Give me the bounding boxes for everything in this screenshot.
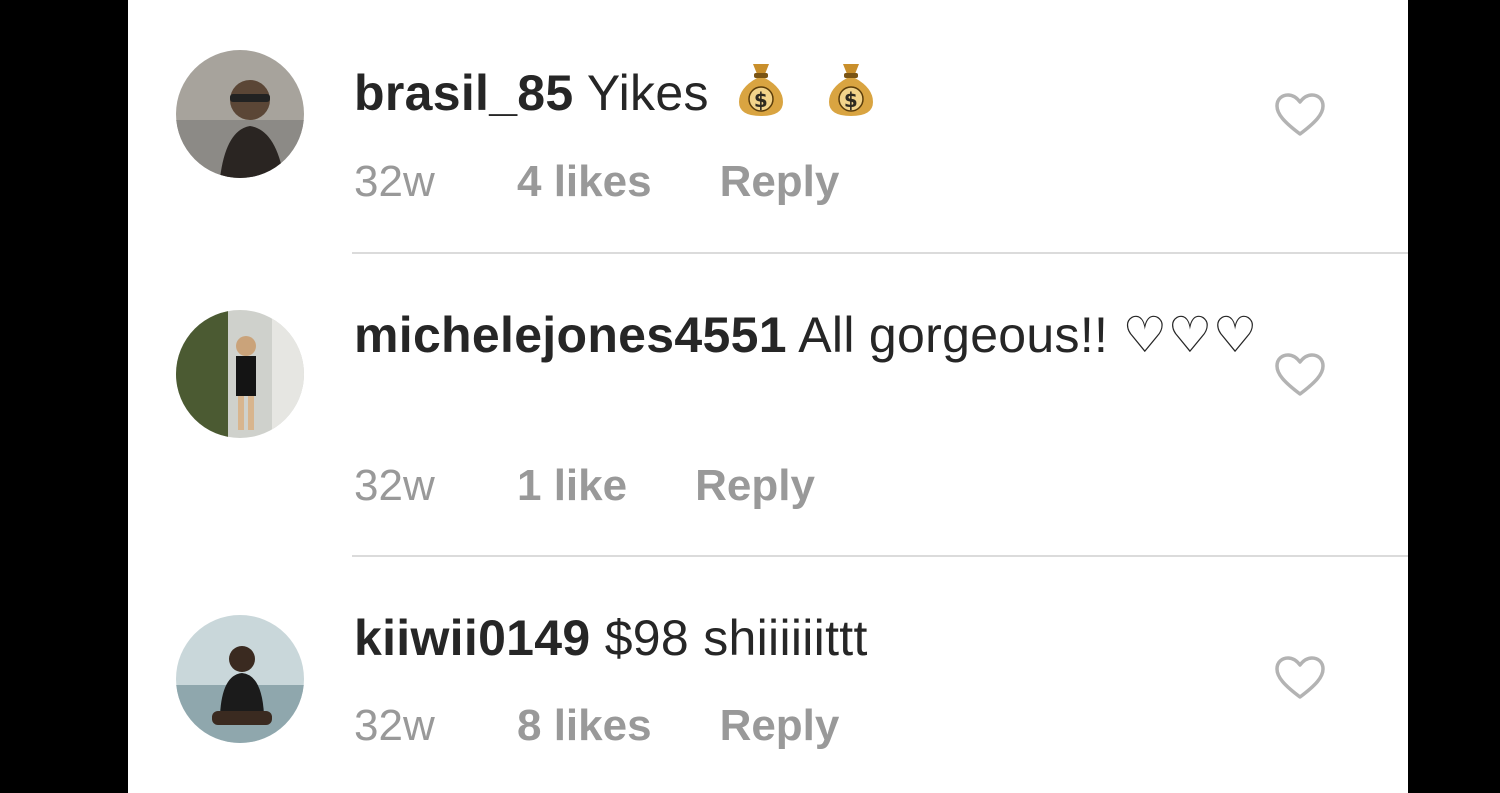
comment-timestamp: 32w [354, 461, 435, 510]
comment-message: All gorgeous!! ♡♡♡ [798, 307, 1258, 363]
comment-username[interactable]: brasil_85 [354, 65, 574, 121]
comment-username[interactable]: michelejones4551 [354, 307, 787, 363]
comment-item: kiiwii0149 $98 shiiiiiittt 32w 8 likes Rep… [128, 558, 1408, 793]
avatar[interactable] [176, 50, 304, 178]
comment-text: brasil_85 Yikes $ $ [354, 58, 1274, 126]
money-bag-icon: $ [829, 64, 874, 116]
comment-timestamp: 32w [354, 701, 435, 750]
avatar[interactable] [176, 310, 304, 438]
comment-message: $98 shiiiiiittt [604, 610, 868, 666]
reply-button[interactable]: Reply [695, 459, 815, 513]
comment-meta: 32w 8 likes Reply [354, 699, 839, 753]
svg-text:$: $ [754, 88, 768, 112]
reply-button[interactable]: Reply [720, 155, 840, 209]
comment-likes[interactable]: 4 likes [517, 155, 652, 209]
money-bag-icon: $ [738, 64, 783, 116]
comment-likes[interactable]: 1 like [517, 459, 627, 513]
comment-likes[interactable]: 8 likes [517, 699, 652, 753]
avatar[interactable] [176, 615, 304, 743]
comment-timestamp: 32w [354, 157, 435, 206]
svg-text:$: $ [844, 88, 858, 112]
comment-meta: 32w 4 likes Reply [354, 155, 839, 209]
heart-outline-icon[interactable] [1274, 92, 1326, 138]
heart-outline-icon[interactable] [1274, 655, 1326, 701]
comment-message: Yikes [586, 65, 709, 121]
heart-outline-icon[interactable] [1274, 352, 1326, 398]
comments-panel: brasil_85 Yikes $ $ 32w 4 likes Reply mi… [128, 0, 1408, 793]
comment-text: kiiwii0149 $98 shiiiiiittt [354, 605, 1274, 671]
comment-meta: 32w 1 like Reply [354, 459, 815, 513]
divider [352, 555, 1408, 557]
comment-item: brasil_85 Yikes $ $ 32w 4 likes Reply [128, 0, 1408, 253]
reply-button[interactable]: Reply [720, 699, 840, 753]
comment-username[interactable]: kiiwii0149 [354, 610, 591, 666]
comment-text: michelejones4551 All gorgeous!! ♡♡♡ [354, 302, 1274, 368]
divider [352, 252, 1408, 254]
comment-item: michelejones4551 All gorgeous!! ♡♡♡ 32w 1… [128, 255, 1408, 556]
